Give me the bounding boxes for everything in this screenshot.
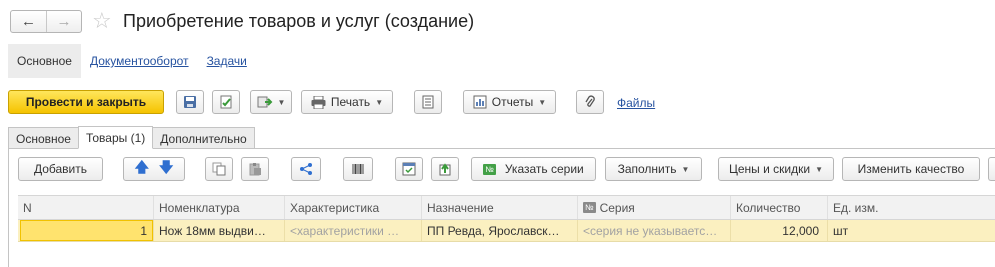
table-row[interactable]: 1 Нож 18мм выдви… <характеристики … ПП Р… <box>18 220 995 242</box>
move-up-icon[interactable]: 🡅 <box>135 157 149 181</box>
more-button[interactable] <box>988 157 995 181</box>
series-icon: № <box>583 202 596 213</box>
tab-additional[interactable]: Дополнительно <box>152 127 255 149</box>
history-nav: ← → <box>10 10 82 33</box>
create-based-on-button[interactable]: ▼ <box>250 90 292 114</box>
tab-goods[interactable]: Товары (1) <box>77 126 154 149</box>
series-icon: № <box>483 163 496 175</box>
post-button[interactable] <box>212 90 240 114</box>
back-arrow-icon[interactable]: ← <box>11 11 46 32</box>
list-button[interactable] <box>414 90 442 114</box>
chevron-down-icon: ▼ <box>375 97 384 107</box>
add-row-button[interactable]: Добавить <box>18 157 103 181</box>
col-header-purpose[interactable]: Назначение <box>421 196 577 219</box>
forward-arrow-icon[interactable]: → <box>45 11 81 32</box>
reports-label: Отчеты <box>491 95 534 109</box>
checklist-icon <box>402 162 416 176</box>
col-header-quantity[interactable]: Количество <box>730 196 827 219</box>
fill-label: Заполнить <box>617 162 677 176</box>
tab-main[interactable]: Основное <box>8 127 79 149</box>
distribute-button[interactable] <box>291 157 321 181</box>
printer-icon <box>311 95 326 109</box>
change-quality-button[interactable]: Изменить качество <box>842 157 980 181</box>
col-header-unit[interactable]: Ед. изм. <box>827 196 995 219</box>
cell-item[interactable]: Нож 18мм выдви… <box>153 220 284 241</box>
col-header-item[interactable]: Номенклатура <box>153 196 284 219</box>
section-tasks[interactable]: Задачи <box>198 44 256 78</box>
chevron-down-icon: ▼ <box>815 164 823 174</box>
paperclip-icon <box>585 95 595 107</box>
save-button[interactable] <box>176 90 204 114</box>
attach-button[interactable] <box>576 90 604 114</box>
move-down-icon[interactable]: 🡇 <box>159 157 173 181</box>
col-header-characteristic[interactable]: Характеристика <box>284 196 421 219</box>
list-icon <box>422 95 434 109</box>
files-link[interactable]: Файлы <box>617 96 655 110</box>
chevron-down-icon: ▼ <box>277 97 286 107</box>
print-button[interactable]: Печать ▼ <box>301 90 393 114</box>
page-title: Приобретение товаров и услуг (создание) <box>123 11 475 31</box>
goods-table: N Номенклатура Характеристика Назначение… <box>18 195 995 247</box>
copy-icon <box>212 162 226 176</box>
chevron-down-icon: ▼ <box>681 164 690 174</box>
section-main[interactable]: Основное <box>8 44 81 78</box>
paste-icon <box>249 163 261 176</box>
upload-button[interactable] <box>431 157 459 181</box>
cell-characteristic[interactable]: <характеристики … <box>284 220 421 241</box>
specify-series-button[interactable]: № Указать серии <box>471 157 596 181</box>
section-tabs: Основное Документооборот Задачи <box>8 44 256 78</box>
col-header-series[interactable]: № Серия <box>577 196 730 219</box>
barcode-button[interactable] <box>343 157 373 181</box>
upload-icon <box>439 163 451 176</box>
prices-discounts-button[interactable]: Цены и скидки ▼ <box>718 157 834 181</box>
document-tabs: Основное Товары (1) Дополнительно <box>8 126 255 149</box>
cell-unit[interactable]: шт <box>827 220 995 241</box>
barcode-icon <box>352 164 364 174</box>
move-buttons: 🡅 🡇 <box>123 157 185 181</box>
reports-button[interactable]: Отчеты ▼ <box>463 90 556 114</box>
check-button[interactable] <box>395 157 423 181</box>
post-document-icon <box>220 95 232 109</box>
cell-series[interactable]: <серия не указываетс… <box>577 220 730 241</box>
prices-discounts-label: Цены и скидки <box>728 162 811 176</box>
specify-series-label: Указать серии <box>504 162 584 176</box>
create-based-on-icon <box>257 96 272 108</box>
paste-button[interactable] <box>241 157 269 181</box>
fill-button[interactable]: Заполнить ▼ <box>605 157 702 181</box>
table-header: N Номенклатура Характеристика Назначение… <box>18 195 995 220</box>
post-and-close-button[interactable]: Провести и закрыть <box>8 90 164 114</box>
cell-purpose[interactable]: ПП Ревда, Ярославск… <box>421 220 577 241</box>
copy-row-button[interactable] <box>205 157 233 181</box>
col-header-series-label: Серия <box>599 200 635 215</box>
col-header-n[interactable]: N <box>18 196 153 219</box>
save-icon <box>184 96 196 108</box>
favorite-star-icon[interactable]: ☆ <box>92 9 112 33</box>
chevron-down-icon: ▼ <box>538 97 547 107</box>
reports-icon <box>473 95 487 109</box>
print-label: Печать <box>330 95 371 109</box>
cell-quantity[interactable]: 12,000 <box>730 220 827 241</box>
cell-n[interactable]: 1 <box>20 220 153 241</box>
share-icon <box>300 163 312 175</box>
section-document-flow[interactable]: Документооборот <box>81 44 198 78</box>
